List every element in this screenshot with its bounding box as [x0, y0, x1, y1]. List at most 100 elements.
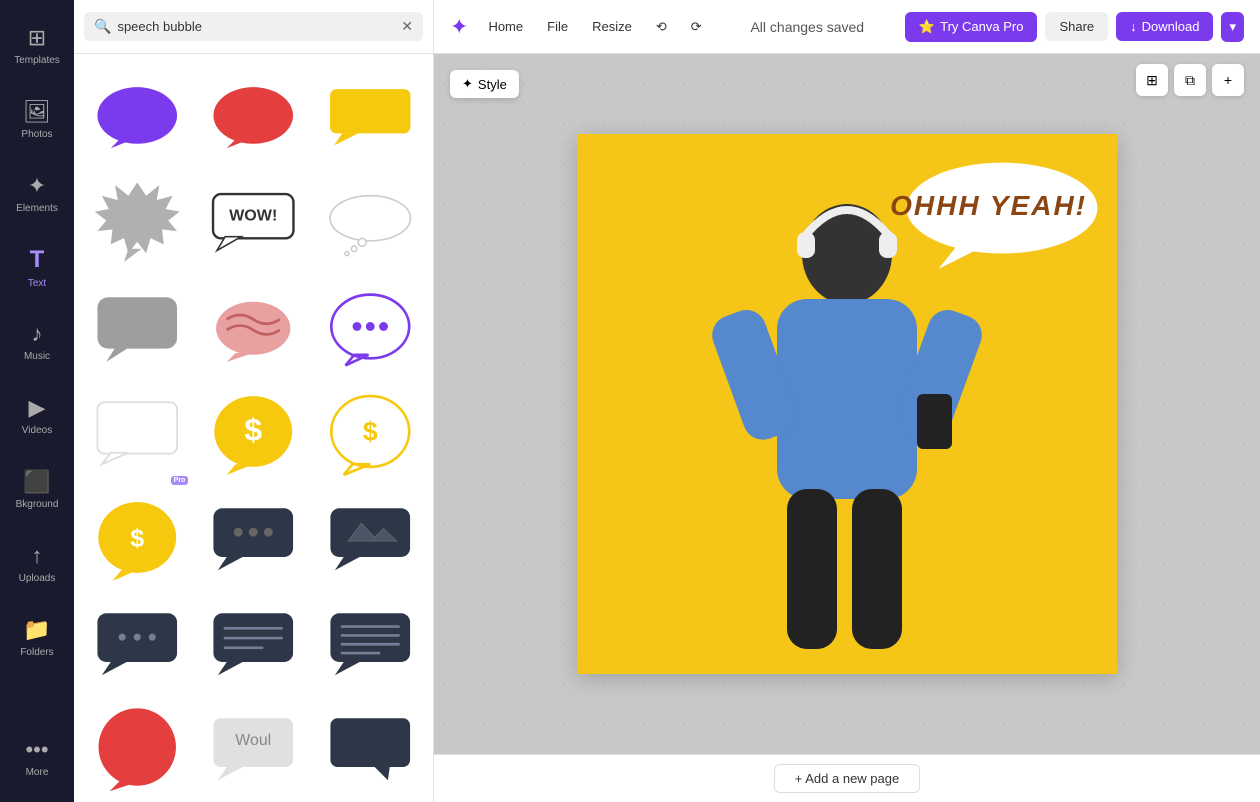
nav-file[interactable]: File: [539, 15, 576, 38]
bubble-dots-sm-dark-svg: [93, 600, 181, 688]
list-item[interactable]: [198, 62, 308, 172]
sidebar-item-text[interactable]: T Text: [0, 230, 74, 304]
sidebar-item-videos[interactable]: ▶ Videos: [0, 378, 74, 452]
svg-text:$: $: [130, 525, 144, 552]
bubble-lines2-dark-svg: [326, 600, 415, 689]
svg-text:WOW!: WOW!: [229, 207, 277, 225]
list-item[interactable]: $: [198, 378, 308, 488]
bubble-dark-tail-svg: [326, 705, 415, 794]
videos-icon: ▶: [29, 395, 46, 421]
canvas-copy-button[interactable]: ⧉: [1174, 64, 1206, 96]
nav-resize[interactable]: Resize: [584, 15, 640, 38]
nav-undo[interactable]: ⟲: [648, 15, 675, 39]
list-item[interactable]: [315, 62, 425, 172]
canvas-page: OHHH YEAH!: [577, 134, 1117, 674]
list-item[interactable]: $: [315, 378, 425, 488]
bubble-dots-dark-svg: [209, 495, 297, 583]
results-grid: WOW!: [74, 54, 433, 802]
topbar: ✦ Home File Resize ⟲ ⟳ All changes saved…: [434, 0, 1260, 54]
list-item[interactable]: [315, 589, 425, 699]
search-bar: 🔍 ✕: [74, 0, 433, 54]
elements-icon: ✦: [28, 173, 46, 199]
list-item[interactable]: [82, 695, 192, 802]
canva-logo[interactable]: ✦: [450, 14, 468, 40]
svg-text:Woul: Woul: [236, 732, 272, 749]
style-icon: ✦: [462, 76, 473, 92]
bubble-dollar-sm-svg: $: [93, 495, 181, 583]
list-item[interactable]: [82, 62, 192, 172]
sidebar-label-music: Music: [24, 351, 50, 362]
list-item[interactable]: [198, 273, 308, 383]
search-input-wrap: 🔍 ✕: [84, 12, 423, 41]
bubble-red-svg: [209, 73, 297, 161]
music-icon: ♪: [32, 321, 43, 347]
list-item[interactable]: [198, 589, 308, 699]
main-area: ✦ Home File Resize ⟲ ⟳ All changes saved…: [434, 0, 1260, 802]
bubble-dots-purple-svg: [326, 284, 415, 373]
sidebar-label-background: Bkground: [16, 499, 59, 510]
bubble-chat-sm-svg: Woul: [209, 705, 297, 793]
canvas-speech-text[interactable]: OHHH YEAH!: [890, 189, 1087, 223]
list-item[interactable]: [82, 167, 192, 277]
try-pro-button[interactable]: ⭐ Try Canva Pro: [905, 12, 1038, 42]
sidebar-item-music[interactable]: ♪ Music: [0, 304, 74, 378]
list-item[interactable]: WOW!: [198, 167, 308, 277]
add-page-button[interactable]: + Add a new page: [774, 764, 920, 793]
nav-redo[interactable]: ⟳: [683, 15, 710, 39]
bottom-bar: + Add a new page: [434, 754, 1260, 802]
list-item[interactable]: Pro: [82, 378, 192, 488]
clear-search-button[interactable]: ✕: [401, 18, 413, 35]
topbar-nav: Home File Resize ⟲ ⟳: [480, 15, 709, 39]
sidebar-label-templates: Templates: [14, 55, 60, 66]
list-item[interactable]: [315, 273, 425, 383]
canvas-area: ✦ Style ⊞ ⧉ +: [434, 54, 1260, 754]
list-item[interactable]: [315, 167, 425, 277]
sidebar-item-more[interactable]: ••• More: [0, 720, 74, 794]
sidebar-label-photos: Photos: [21, 129, 52, 140]
topbar-center: All changes saved: [722, 19, 893, 35]
bubble-bacon-svg: [209, 284, 297, 372]
nav-home[interactable]: Home: [480, 15, 531, 38]
pro-star-icon: ⭐: [919, 19, 935, 35]
sidebar-item-templates[interactable]: ⊞ Templates: [0, 8, 74, 82]
sidebar-label-videos: Videos: [22, 425, 52, 436]
sidebar-item-folders[interactable]: 📁 Folders: [0, 600, 74, 674]
bubble-chat-white-svg: [93, 389, 181, 477]
list-item[interactable]: [198, 484, 308, 594]
canvas-grid-button[interactable]: ⊞: [1136, 64, 1168, 96]
text-icon: T: [30, 246, 45, 274]
list-item[interactable]: [315, 484, 425, 594]
download-more-button[interactable]: ▾: [1221, 12, 1244, 42]
canvas-add-button[interactable]: +: [1212, 64, 1244, 96]
bubble-oval-svg: [326, 178, 415, 267]
sidebar-item-elements[interactable]: ✦ Elements: [0, 156, 74, 230]
photos-icon: 🖼: [23, 99, 51, 125]
bubble-mountain-dark-svg: [326, 495, 415, 584]
bubble-dollar-yellow-svg: $: [209, 389, 297, 477]
left-sidebar: ⊞ Templates 🖼 Photos ✦ Elements T Text ♪…: [0, 0, 74, 802]
sidebar-item-uploads[interactable]: ↑ Uploads: [0, 526, 74, 600]
bubble-purple-svg: [93, 73, 181, 161]
more-icon: •••: [25, 737, 48, 763]
canvas-image: OHHH YEAH!: [577, 134, 1117, 674]
templates-icon: ⊞: [28, 25, 46, 51]
bubble-lines-dark-svg: [209, 600, 297, 688]
list-item[interactable]: $: [82, 484, 192, 594]
share-button[interactable]: Share: [1045, 12, 1108, 41]
background-icon: ⬛: [23, 469, 50, 495]
bubble-red-circle-svg: [93, 705, 181, 793]
bubble-gray-rect-svg: [93, 284, 181, 372]
list-item[interactable]: [82, 589, 192, 699]
bubble-wow-svg: WOW!: [209, 178, 297, 266]
list-item[interactable]: [82, 273, 192, 383]
topbar-right: ⭐ Try Canva Pro Share ↓ Download ▾: [905, 12, 1244, 42]
canvas-toolbar: ⊞ ⧉ +: [1136, 64, 1244, 96]
sidebar-label-folders: Folders: [20, 647, 53, 658]
search-input[interactable]: [117, 19, 395, 34]
list-item[interactable]: [315, 695, 425, 802]
sidebar-item-background[interactable]: ⬛ Bkground: [0, 452, 74, 526]
style-button[interactable]: ✦ Style: [450, 70, 519, 98]
list-item[interactable]: Woul: [198, 695, 308, 802]
sidebar-item-photos[interactable]: 🖼 Photos: [0, 82, 74, 156]
download-button[interactable]: ↓ Download: [1116, 12, 1213, 41]
